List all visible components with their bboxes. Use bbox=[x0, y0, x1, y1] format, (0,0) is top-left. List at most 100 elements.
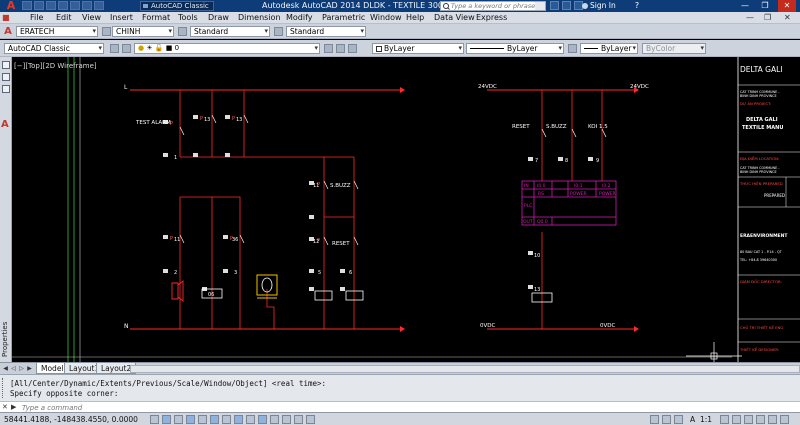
menu-file[interactable]: File bbox=[30, 12, 43, 24]
quick-properties-icon[interactable] bbox=[294, 415, 303, 424]
palette-options-icon[interactable] bbox=[2, 85, 10, 93]
workspace-switcher[interactable]: AutoCAD Classic bbox=[140, 1, 214, 11]
layer-select[interactable]: ● ☀ 🔓 ■ 0 bbox=[134, 43, 320, 54]
search-input[interactable]: Type a keyword or phrase bbox=[451, 2, 535, 10]
polar-tracking-icon[interactable] bbox=[198, 415, 207, 424]
search-box[interactable]: Type a keyword or phrase bbox=[440, 1, 546, 11]
doc-minimize-icon[interactable]: — bbox=[746, 12, 754, 24]
linetype-select[interactable]: ByLayer bbox=[466, 43, 564, 54]
viewport-controls[interactable]: [−][Top][2D Wireframe] bbox=[14, 62, 97, 70]
text-style-select[interactable]: ERATECH bbox=[16, 26, 98, 37]
new-icon[interactable] bbox=[22, 1, 32, 10]
object-snap-icon[interactable] bbox=[210, 415, 219, 424]
grid-display-icon[interactable] bbox=[174, 415, 183, 424]
close-icon[interactable]: ✕ bbox=[778, 0, 796, 12]
menu-express[interactable]: Express bbox=[476, 12, 507, 24]
layer-properties-icon[interactable] bbox=[122, 44, 131, 53]
menu-view[interactable]: View bbox=[82, 12, 101, 24]
palette-autohide-icon[interactable] bbox=[2, 73, 10, 81]
lineweight-select[interactable]: ByLayer bbox=[580, 43, 638, 54]
plot-icon[interactable] bbox=[70, 1, 80, 10]
dynamic-input-icon[interactable] bbox=[258, 415, 267, 424]
quick-view-layouts-icon[interactable] bbox=[662, 415, 671, 424]
dim-style-select[interactable]: CHINH bbox=[112, 26, 174, 37]
last-tab-icon[interactable]: ▶ bbox=[26, 364, 33, 373]
menu-dimension[interactable]: Dimension bbox=[238, 12, 281, 24]
table-style-icon[interactable] bbox=[178, 27, 187, 36]
transparency-icon[interactable] bbox=[282, 415, 291, 424]
dynamic-ucs-icon[interactable] bbox=[246, 415, 255, 424]
annotation-visibility-icon[interactable] bbox=[720, 415, 729, 424]
doc-close-icon[interactable]: ✕ bbox=[784, 12, 791, 24]
3d-osnap-icon[interactable] bbox=[222, 415, 231, 424]
dim-style-icon[interactable] bbox=[102, 27, 111, 36]
menu-draw[interactable]: Draw bbox=[208, 12, 229, 24]
autocad-logo-icon[interactable]: A bbox=[2, 0, 20, 12]
subscription-icon[interactable] bbox=[550, 1, 559, 10]
ortho-mode-icon[interactable] bbox=[186, 415, 195, 424]
menu-parametric[interactable]: Parametric bbox=[322, 12, 365, 24]
menu-insert[interactable]: Insert bbox=[110, 12, 133, 24]
menu-window[interactable]: Window bbox=[370, 12, 402, 24]
clean-screen-icon[interactable] bbox=[780, 415, 789, 424]
annotation-scale[interactable]: 1:1 bbox=[700, 413, 712, 425]
menu-format[interactable]: Format bbox=[142, 12, 170, 24]
command-input[interactable] bbox=[22, 403, 722, 412]
snap-mode-icon[interactable] bbox=[162, 415, 171, 424]
layer-previous-icon[interactable] bbox=[336, 44, 345, 53]
object-snap-tracking-icon[interactable] bbox=[234, 415, 243, 424]
make-current-icon[interactable] bbox=[324, 44, 333, 53]
undo-icon[interactable] bbox=[82, 1, 92, 10]
workspace-select[interactable]: AutoCAD Classic bbox=[4, 43, 104, 54]
menu-edit[interactable]: Edit bbox=[56, 12, 72, 24]
sign-in-button[interactable]: Sign In bbox=[582, 0, 616, 12]
menu-modify[interactable]: Modify bbox=[286, 12, 313, 24]
first-tab-icon[interactable]: ◀ bbox=[2, 364, 9, 373]
properties-label[interactable]: Properties bbox=[1, 322, 9, 357]
restore-icon[interactable]: ❐ bbox=[756, 0, 774, 12]
communication-center-icon[interactable] bbox=[562, 1, 571, 10]
multileader-style-select[interactable]: Standard bbox=[286, 26, 366, 37]
svg-text:36: 36 bbox=[232, 237, 238, 243]
horizontal-scrollbar[interactable] bbox=[130, 365, 800, 373]
properties-palette-strip: A Properties bbox=[0, 57, 12, 362]
open-icon[interactable] bbox=[34, 1, 44, 10]
drawing-canvas[interactable]: [−][Top][2D Wireframe] L N P P P P P P P… bbox=[12, 57, 800, 362]
color-select[interactable]: ByLayer bbox=[372, 43, 464, 54]
save-as-icon[interactable] bbox=[58, 1, 68, 10]
gear-icon[interactable] bbox=[110, 44, 119, 53]
redo-icon[interactable] bbox=[94, 1, 104, 10]
hardware-acceleration-icon[interactable] bbox=[756, 415, 765, 424]
palette-close-icon[interactable] bbox=[2, 61, 10, 69]
infer-constraints-icon[interactable] bbox=[150, 415, 159, 424]
command-grip[interactable] bbox=[2, 378, 6, 398]
document-icon[interactable]: ■ bbox=[2, 12, 10, 24]
menu-help[interactable]: Help bbox=[406, 12, 424, 24]
multileader-style-icon[interactable] bbox=[274, 27, 283, 36]
model-space-icon[interactable] bbox=[650, 415, 659, 424]
prev-tab-icon[interactable]: ◁ bbox=[10, 364, 17, 373]
menu-data-view[interactable]: Data View bbox=[434, 12, 475, 24]
doc-restore-icon[interactable]: ❐ bbox=[764, 12, 771, 24]
annotation-scale-icon[interactable]: A bbox=[690, 413, 695, 425]
workspace-switching-icon[interactable] bbox=[732, 415, 741, 424]
lineweight-display-icon[interactable] bbox=[270, 415, 279, 424]
lineweight-icon[interactable] bbox=[568, 44, 577, 53]
minimize-icon[interactable]: — bbox=[736, 0, 754, 12]
quick-view-drawings-icon[interactable] bbox=[674, 415, 683, 424]
table-style-select[interactable]: Standard bbox=[190, 26, 270, 37]
title-prepared-name: PREPARED bbox=[764, 193, 785, 198]
help-button[interactable]: ? bbox=[628, 0, 646, 12]
coordinates-readout[interactable]: 58441.4188, -148438.4550, 0.0000 bbox=[4, 413, 138, 425]
selection-cycling-icon[interactable] bbox=[306, 415, 315, 424]
menu-tools[interactable]: Tools bbox=[178, 12, 198, 24]
toolbar-lock-icon[interactable] bbox=[744, 415, 753, 424]
plot-style-select[interactable]: ByColor bbox=[642, 43, 706, 54]
plc-node-numbers: 7 8 9 10 13 bbox=[534, 158, 599, 293]
match-layer-icon[interactable] bbox=[348, 44, 357, 53]
next-tab-icon[interactable]: ▷ bbox=[18, 364, 25, 373]
save-icon[interactable] bbox=[46, 1, 56, 10]
binoculars-icon[interactable] bbox=[535, 2, 545, 10]
isolate-objects-icon[interactable] bbox=[768, 415, 777, 424]
lineweight-value: ByLayer bbox=[601, 44, 632, 53]
